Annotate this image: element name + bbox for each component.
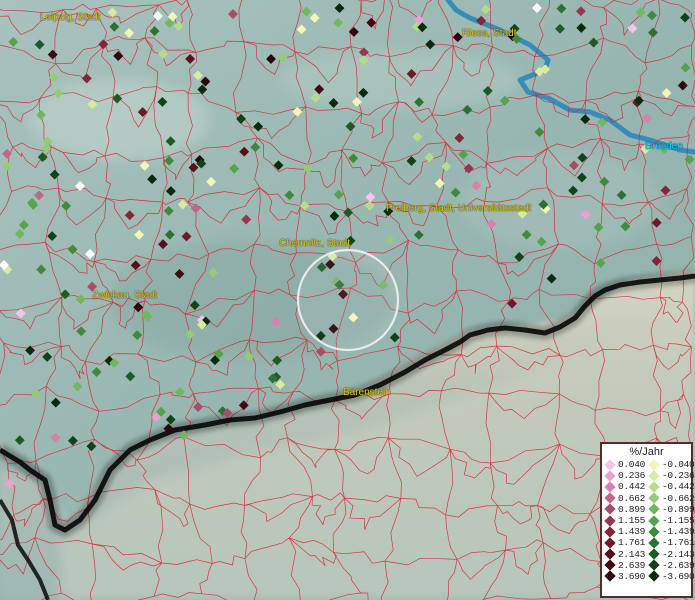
legend-value: 0.662 <box>618 492 646 504</box>
legend-value: -0.662 <box>662 492 695 504</box>
legend-entry: -0.662 <box>646 492 695 504</box>
legend-value: 0.040 <box>618 459 646 471</box>
legend-rows: 0.040 -0.040 0.236 -0.236 0.442 -0.442 0.662 -0… <box>602 458 695 583</box>
legend-row: 0.040 -0.040 <box>602 458 695 471</box>
legend-entry: 3.690 <box>602 570 646 583</box>
legend-entry: -2.639 <box>646 559 695 571</box>
legend-row: 2.143 -2.143 <box>602 548 695 560</box>
legend-swatch <box>604 570 616 583</box>
legend-entry: -0.899 <box>646 503 695 516</box>
legend-value: 1.439 <box>618 526 646 538</box>
legend-swatch <box>648 537 660 549</box>
legend-entry: -0.040 <box>646 458 695 471</box>
legend-row: 3.690 -3.690 <box>602 570 695 583</box>
legend-value: 0.899 <box>618 503 646 515</box>
legend-entry: -1.439 <box>646 526 695 538</box>
legend-row: 0.899 -0.899 <box>602 503 695 516</box>
legend-swatch <box>604 514 616 527</box>
map-view[interactable]: Leipzig, Stadt Riesa, Stadt Dresden Frei… <box>0 0 695 600</box>
legend-swatch <box>604 492 616 504</box>
legend-swatch <box>604 526 616 538</box>
legend-swatch <box>604 481 616 493</box>
legend-swatch <box>648 570 660 583</box>
legend-value: -0.899 <box>662 503 695 515</box>
legend-value: 0.236 <box>618 470 646 482</box>
legend-entry: 2.143 <box>602 548 646 560</box>
legend-swatch <box>648 503 660 516</box>
legend-swatch <box>604 458 616 471</box>
city-label-baerenstein: Bärenstein <box>343 387 391 398</box>
legend-entry: -0.442 <box>646 481 695 493</box>
legend-entry: 0.662 <box>602 492 646 504</box>
map-legend: %/Jahr 0.040 -0.040 0.236 -0.236 0.442 -0.442… <box>600 442 695 598</box>
city-label-dresden: Dresden <box>645 141 683 152</box>
legend-row: 0.662 -0.662 <box>602 492 695 504</box>
legend-swatch <box>648 481 660 493</box>
legend-value: 1.761 <box>618 537 646 549</box>
legend-value: -1.761 <box>662 537 695 549</box>
city-label-zwickau: Zwickau, Stadt <box>92 290 158 301</box>
legend-entry: -0.236 <box>646 470 695 482</box>
legend-entry: 0.236 <box>602 470 646 482</box>
legend-title: %/Jahr <box>629 446 664 458</box>
legend-value: -1.155 <box>662 515 695 527</box>
legend-value: -2.143 <box>662 548 695 560</box>
city-label-leipzig: Leipzig, Stadt <box>40 12 101 23</box>
legend-row: 1.439 -1.439 <box>602 526 695 538</box>
legend-entry: -2.143 <box>646 548 695 560</box>
city-label-chemnitz: Chemnitz, Stadt <box>279 238 351 249</box>
legend-swatch <box>648 458 660 471</box>
legend-entry: -1.761 <box>646 537 695 549</box>
legend-row: 1.155 -1.155 <box>602 514 695 527</box>
city-label-freiberg: Freiberg, Stadt, Universitätsstadt <box>386 203 532 214</box>
legend-entry: 0.442 <box>602 481 646 493</box>
legend-swatch <box>648 559 660 571</box>
city-label-riesa: Riesa, Stadt <box>462 28 517 39</box>
legend-swatch <box>604 470 616 482</box>
legend-entry: 2.639 <box>602 559 646 571</box>
legend-value: -2.639 <box>662 559 695 571</box>
legend-value: -0.236 <box>662 470 695 482</box>
legend-row: 0.442 -0.442 <box>602 481 695 493</box>
legend-swatch <box>648 492 660 504</box>
legend-entry: 0.040 <box>602 458 646 471</box>
legend-swatch <box>648 514 660 527</box>
legend-value: 2.143 <box>618 548 646 560</box>
legend-swatch <box>648 548 660 560</box>
legend-entry: 0.899 <box>602 503 646 516</box>
legend-value: -0.040 <box>662 459 695 471</box>
legend-value: 1.155 <box>618 515 646 527</box>
legend-swatch <box>648 526 660 538</box>
legend-swatch <box>604 559 616 571</box>
legend-value: 2.639 <box>618 559 646 571</box>
highlight-ring <box>296 248 400 352</box>
legend-value: 0.442 <box>618 481 646 493</box>
legend-entry: 1.761 <box>602 537 646 549</box>
legend-swatch <box>604 503 616 516</box>
legend-row: 1.761 -1.761 <box>602 537 695 549</box>
legend-row: 0.236 -0.236 <box>602 470 695 482</box>
legend-entry: 1.439 <box>602 526 646 538</box>
legend-entry: 1.155 <box>602 514 646 527</box>
legend-entry: -1.155 <box>646 514 695 527</box>
legend-swatch <box>604 537 616 549</box>
legend-value: -1.439 <box>662 526 695 538</box>
legend-swatch <box>648 470 660 482</box>
legend-swatch <box>604 548 616 560</box>
legend-entry: -3.690 <box>646 570 695 583</box>
legend-value: 3.690 <box>618 570 646 582</box>
legend-value: -0.442 <box>662 481 695 493</box>
legend-value: -3.690 <box>662 570 695 582</box>
legend-row: 2.639 -2.639 <box>602 559 695 571</box>
